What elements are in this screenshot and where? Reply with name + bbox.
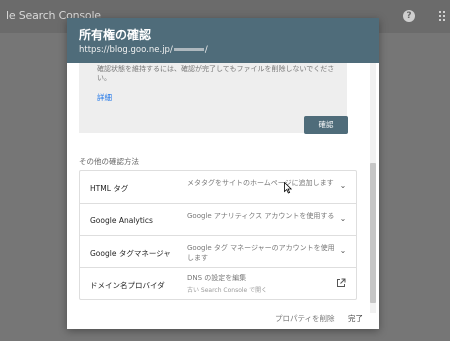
method-description: メタタグをサイトのホームページに追加します [187,179,334,187]
notice-text: 確認状態を維持するには、確認が完了してもファイルを削除しないでください。 [97,65,335,82]
method-google-analytics[interactable]: Google Analytics Google アナリティクス アカウントを使用… [80,203,356,235]
method-name: ドメイン名プロバイダ [90,281,165,290]
method-sub-description: 古い Search Console で開く [187,287,268,294]
url-prefix: https://blog.goo.ne.jp/ [79,45,173,55]
dialog-title: 所有権の確認 [79,28,152,42]
method-name: HTML タグ [90,184,129,193]
method-domain-provider[interactable]: ドメイン名プロバイダ DNS の設定を編集 古い Search Console … [80,267,356,299]
mouse-cursor-icon [284,182,292,194]
verify-button[interactable]: 確認 [304,116,348,134]
dialog-scrollbar[interactable] [370,63,376,313]
method-list: HTML タグ メタタグをサイトのホームページに追加します ⌄ Google A… [79,170,357,300]
open-in-new-icon[interactable] [336,278,346,288]
done-button[interactable]: 完了 [348,313,363,324]
remove-property-button[interactable]: プロパティを削除 [275,313,335,324]
redacted-segment [173,48,204,51]
apps-grid-icon[interactable] [439,11,448,22]
other-methods-title: その他の確認方法 [79,157,139,166]
details-link[interactable]: 詳細 [97,92,112,103]
property-url: https://blog.goo.ne.jp/ / [79,45,208,55]
method-description: Google アナリティクス アカウントを使用する [187,212,335,220]
chevron-down-icon[interactable]: ⌄ [338,246,348,256]
method-description: Google タグ マネージャーのアカウントを使用します [187,244,335,262]
method-html-tag[interactable]: HTML タグ メタタグをサイトのホームページに追加します ⌄ [80,171,356,203]
chevron-down-icon[interactable]: ⌄ [338,181,348,191]
help-icon[interactable]: ? [403,10,415,22]
method-name: Google Analytics [90,216,153,225]
scrollbar-thumb[interactable] [370,163,376,303]
ownership-verification-dialog: 所有権の確認 https://blog.goo.ne.jp/ / 確認状態を維持す… [67,18,379,329]
url-suffix: / [204,45,208,55]
method-name: Google タグマネージャ [90,249,171,258]
dialog-footer: プロパティを削除 完了 [67,313,379,329]
chevron-down-icon[interactable]: ⌄ [338,214,348,224]
method-description: DNS の設定を編集 [187,274,247,282]
dialog-header: 所有権の確認 https://blog.goo.ne.jp/ / [67,18,379,63]
method-google-tag-manager[interactable]: Google タグマネージャ Google タグ マネージャーのアカウントを使用… [80,235,356,267]
